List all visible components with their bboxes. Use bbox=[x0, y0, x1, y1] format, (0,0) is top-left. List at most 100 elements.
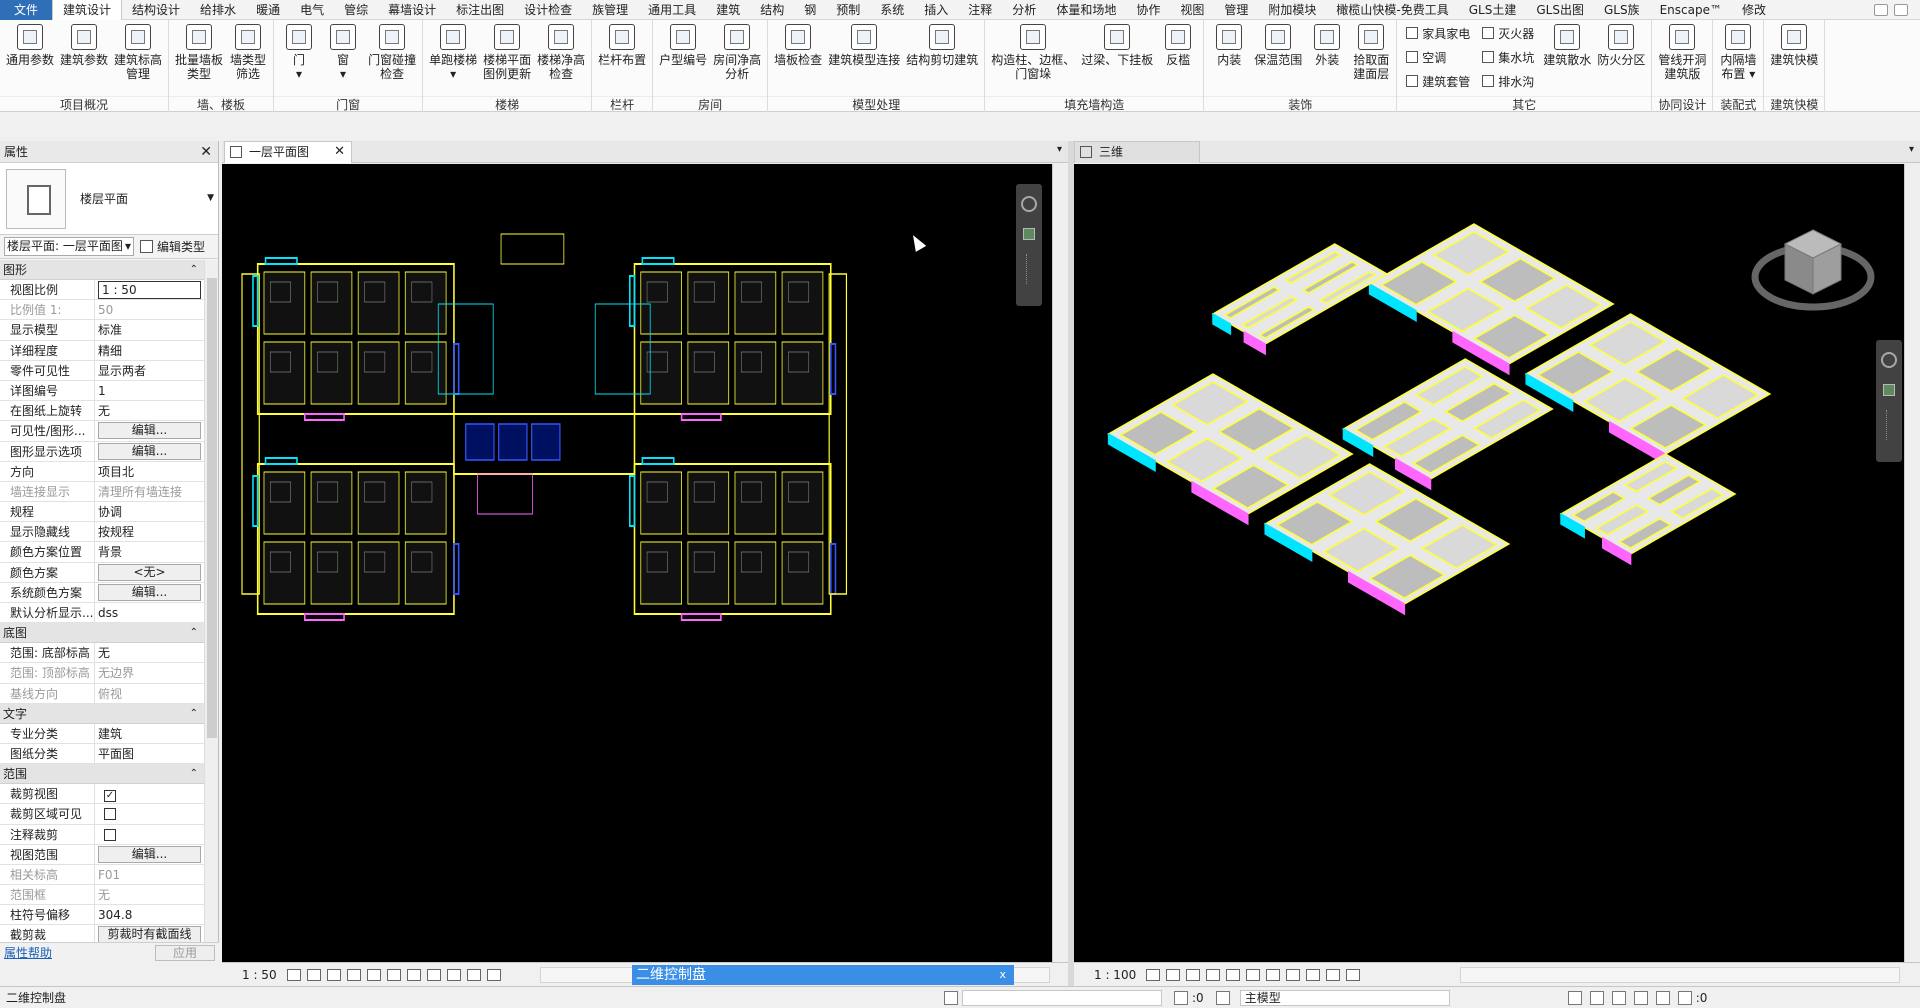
filter-icon[interactable] bbox=[1677, 990, 1692, 1005]
ribbon-tab-1[interactable]: 建筑设计 bbox=[52, 0, 123, 20]
ribbon-button[interactable]: 建筑标高 管理 bbox=[111, 24, 165, 81]
ribbon-tab-20[interactable]: 体量和场地 bbox=[1046, 0, 1126, 20]
property-value[interactable]: 建筑 bbox=[95, 724, 204, 743]
select-by-face-icon[interactable] bbox=[1633, 990, 1648, 1005]
ribbon-tab-26[interactable]: GLS土建 bbox=[1459, 0, 1527, 20]
close-icon[interactable]: x bbox=[999, 965, 1006, 985]
ribbon-tab-9[interactable]: 设计检查 bbox=[514, 0, 582, 20]
property-input[interactable]: 1 : 50 bbox=[98, 281, 201, 299]
property-section-header[interactable]: 文字 ⌃ bbox=[0, 703, 204, 724]
worksharing-icon[interactable] bbox=[944, 990, 958, 1005]
ribbon-button[interactable]: 楼梯净高 检查 bbox=[534, 24, 588, 81]
ribbon-tab-16[interactable]: 系统 bbox=[870, 0, 914, 20]
ribbon-tab-18[interactable]: 注释 bbox=[958, 0, 1002, 20]
design-options-icon[interactable] bbox=[1215, 990, 1230, 1005]
ribbon-tab-7[interactable]: 幕墙设计 bbox=[378, 0, 446, 20]
collapse-icon[interactable]: ⌃ bbox=[190, 623, 198, 643]
plan-vertical-scrollbar[interactable] bbox=[1052, 164, 1068, 962]
edit-button[interactable]: <无> bbox=[98, 563, 201, 581]
sun-path-icon[interactable] bbox=[326, 968, 341, 981]
chevron-down-icon[interactable]: ▾ bbox=[1909, 144, 1914, 155]
property-value[interactable] bbox=[95, 804, 204, 823]
detail-level-icon[interactable] bbox=[1146, 968, 1161, 981]
reveal-hidden-icon[interactable] bbox=[1326, 968, 1341, 981]
collapse-icon[interactable]: ⌃ bbox=[190, 704, 198, 724]
close-icon[interactable]: ✕ bbox=[200, 141, 212, 163]
steering-wheel-icon[interactable] bbox=[1021, 196, 1037, 212]
highlight-displacement-icon[interactable] bbox=[466, 968, 481, 981]
property-checkbox[interactable] bbox=[104, 828, 116, 841]
select-pinned-icon[interactable] bbox=[1611, 990, 1626, 1005]
chevron-down-icon[interactable]: ▼ bbox=[207, 193, 214, 203]
2d-steering-wheel-console[interactable]: 二维控制盘 x bbox=[632, 965, 1014, 985]
ribbon-small-button[interactable]: 集水坑 bbox=[1482, 48, 1534, 66]
ribbon-small-button[interactable]: 建筑套管 bbox=[1406, 72, 1470, 90]
property-checkbox[interactable] bbox=[104, 808, 116, 821]
instance-filter-dropdown[interactable]: 楼层平面: 一层平面图 bbox=[4, 237, 134, 256]
property-value[interactable]: 无 bbox=[95, 401, 204, 420]
tab-floor-plan[interactable]: 一层平面图 ✕ bbox=[224, 141, 352, 163]
ribbon-tab-8[interactable]: 标注出图 bbox=[446, 0, 514, 20]
property-checkbox[interactable]: ✓ bbox=[104, 790, 116, 803]
property-value[interactable]: 项目北 bbox=[95, 462, 204, 481]
ribbon-button[interactable]: 保温范围 bbox=[1251, 24, 1305, 67]
collapse-icon[interactable]: ⌃ bbox=[190, 764, 198, 784]
ribbon-tab-21[interactable]: 协作 bbox=[1126, 0, 1170, 20]
navigation-bar[interactable] bbox=[1016, 184, 1042, 306]
property-value[interactable]: 编辑... bbox=[95, 442, 204, 461]
ribbon-tab-5[interactable]: 电气 bbox=[290, 0, 334, 20]
ribbon-tab-25[interactable]: 橄榄山快模-免费工具 bbox=[1326, 0, 1458, 20]
ribbon-tab-12[interactable]: 建筑 bbox=[706, 0, 750, 20]
property-value[interactable]: 精细 bbox=[95, 341, 204, 360]
navigation-bar-3d[interactable] bbox=[1876, 340, 1902, 462]
ribbon-button[interactable]: 墙类型 筛选 bbox=[226, 24, 270, 81]
property-value[interactable]: ✓ bbox=[95, 784, 204, 803]
ribbon-button[interactable]: 通用参数 bbox=[3, 24, 57, 67]
ribbon-button[interactable]: 批量墙板 类型 bbox=[172, 24, 226, 81]
ribbon-tab-14[interactable]: 钢 bbox=[794, 0, 826, 20]
edit-button[interactable]: 编辑... bbox=[98, 442, 201, 460]
ribbon-small-button[interactable]: 排水沟 bbox=[1482, 72, 1534, 90]
property-value[interactable]: 304.8 bbox=[95, 905, 204, 924]
scrollbar-thumb[interactable] bbox=[207, 278, 217, 738]
ribbon-tab-23[interactable]: 管理 bbox=[1214, 0, 1258, 20]
property-value[interactable]: 编辑... bbox=[95, 845, 204, 864]
ribbon-button[interactable]: 窗 ▾ bbox=[321, 24, 365, 81]
sun-path-icon[interactable] bbox=[1186, 968, 1201, 981]
edit-type-button[interactable]: 编辑类型 bbox=[140, 238, 205, 255]
property-value[interactable]: 标准 bbox=[95, 320, 204, 339]
zoom-icon[interactable] bbox=[1023, 228, 1035, 240]
editable-only-icon[interactable] bbox=[1174, 990, 1188, 1005]
ribbon-button[interactable]: 拾取面 建面层 bbox=[1349, 24, 1393, 81]
property-value[interactable]: 显示两者 bbox=[95, 361, 204, 380]
ribbon-button[interactable]: 单跑楼梯 ▾ bbox=[426, 24, 480, 81]
reveal-constraints-icon[interactable] bbox=[1346, 968, 1361, 981]
apply-button[interactable]: 应用 bbox=[155, 944, 215, 961]
property-value[interactable]: 剪裁时有截面线 bbox=[95, 925, 204, 942]
ribbon-tab-6[interactable]: 管综 bbox=[334, 0, 378, 20]
ribbon-tab-28[interactable]: GLS族 bbox=[1594, 0, 1650, 20]
show-crop-icon[interactable] bbox=[386, 968, 401, 981]
properties-scrollbar[interactable] bbox=[204, 260, 218, 942]
ribbon-button[interactable]: 门 ▾ bbox=[277, 24, 321, 81]
ribbon-tab-27[interactable]: GLS出图 bbox=[1526, 0, 1594, 20]
ribbon-tab-19[interactable]: 分析 bbox=[1002, 0, 1046, 20]
ribbon-tab-10[interactable]: 族管理 bbox=[582, 0, 638, 20]
ribbon-button[interactable]: 建筑参数 bbox=[57, 24, 111, 67]
ribbon-button[interactable]: 栏杆布置 bbox=[595, 24, 649, 67]
edit-button[interactable]: 编辑... bbox=[98, 583, 201, 601]
property-value[interactable]: 背景 bbox=[95, 542, 204, 561]
ribbon-tab-22[interactable]: 视图 bbox=[1170, 0, 1214, 20]
reveal-hidden-icon[interactable] bbox=[426, 968, 441, 981]
ribbon-button[interactable]: 楼梯平面 图例更新 bbox=[480, 24, 534, 81]
visual-style-icon[interactable] bbox=[1166, 968, 1181, 981]
edit-button[interactable]: 编辑... bbox=[98, 845, 201, 863]
shadows-icon[interactable] bbox=[346, 968, 361, 981]
property-value[interactable]: dss bbox=[95, 603, 204, 622]
lock-3d-view-icon[interactable] bbox=[1286, 968, 1301, 981]
crop-view-icon[interactable] bbox=[1246, 968, 1261, 981]
analytical-model-icon[interactable] bbox=[446, 968, 461, 981]
ribbon-button[interactable]: 建筑散水 bbox=[1540, 24, 1594, 67]
ribbon-button[interactable]: 外装 bbox=[1305, 24, 1349, 67]
floor-plan-canvas[interactable] bbox=[222, 164, 1052, 962]
